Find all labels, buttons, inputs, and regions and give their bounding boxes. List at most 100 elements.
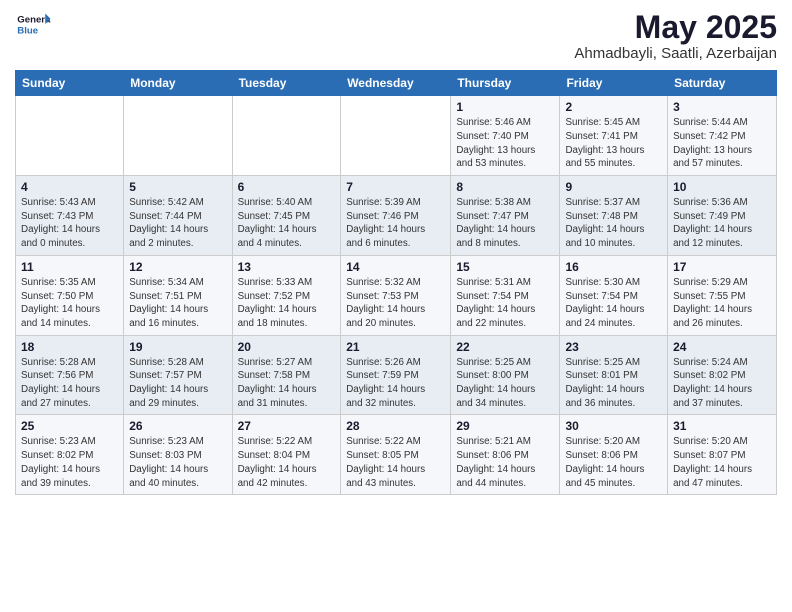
table-row: 22 Sunrise: 5:25 AM Sunset: 8:00 PM Dayli…: [451, 335, 560, 415]
table-row: 24 Sunrise: 5:24 AM Sunset: 8:02 PM Dayli…: [668, 335, 777, 415]
day-number: 30: [565, 419, 662, 433]
table-row: 10Sunrise: 5:36 AM Sunset: 7:49 PM Dayli…: [668, 176, 777, 256]
day-info: Sunrise: 5:22 AM Sunset: 8:04 PM Dayligh…: [238, 435, 336, 490]
calendar-week-row: 1Sunrise: 5:46 AM Sunset: 7:40 PM Daylig…: [16, 96, 777, 176]
day-number: 5: [129, 180, 226, 194]
sub-title: Ahmadbayli, Saatli, Azerbaijan: [574, 45, 777, 62]
logo-icon: General Blue: [15, 10, 51, 38]
day-info: Sunrise: 5:44 AM Sunset: 7:42 PM Dayligh…: [673, 116, 771, 171]
day-info: Sunrise: 5:25 AM Sunset: 8:00 PM Dayligh…: [456, 356, 554, 411]
col-wednesday: Wednesday: [341, 71, 451, 96]
table-row: [16, 96, 124, 176]
day-number: 28: [346, 419, 445, 433]
table-row: 13 Sunrise: 5:33 AM Sunset: 7:52 PM Dayli…: [232, 255, 341, 335]
table-row: 1Sunrise: 5:46 AM Sunset: 7:40 PM Daylig…: [451, 96, 560, 176]
day-info: Sunrise: 5:29 AM Sunset: 7:55 PM Dayligh…: [673, 276, 771, 331]
table-row: 9 Sunrise: 5:37 AM Sunset: 7:48 PM Daylig…: [560, 176, 668, 256]
day-number: 1: [456, 100, 554, 114]
day-number: 26: [129, 419, 226, 433]
table-row: 11 Sunrise: 5:35 AM Sunset: 7:50 PM Dayli…: [16, 255, 124, 335]
col-saturday: Saturday: [668, 71, 777, 96]
logo: General Blue: [15, 10, 51, 38]
col-tuesday: Tuesday: [232, 71, 341, 96]
day-number: 13: [238, 260, 336, 274]
table-row: 5Sunrise: 5:42 AM Sunset: 7:44 PM Daylig…: [124, 176, 232, 256]
day-info: Sunrise: 5:20 AM Sunset: 8:07 PM Dayligh…: [673, 435, 771, 490]
table-row: 8Sunrise: 5:38 AM Sunset: 7:47 PM Daylig…: [451, 176, 560, 256]
table-row: 3 Sunrise: 5:44 AM Sunset: 7:42 PM Daylig…: [668, 96, 777, 176]
day-number: 2: [565, 100, 662, 114]
day-number: 11: [21, 260, 118, 274]
day-number: 20: [238, 340, 336, 354]
table-row: 14 Sunrise: 5:32 AM Sunset: 7:53 PM Dayli…: [341, 255, 451, 335]
day-number: 18: [21, 340, 118, 354]
table-row: 4Sunrise: 5:43 AM Sunset: 7:43 PM Daylig…: [16, 176, 124, 256]
svg-text:Blue: Blue: [17, 26, 38, 37]
calendar-week-row: 4Sunrise: 5:43 AM Sunset: 7:43 PM Daylig…: [16, 176, 777, 256]
table-row: [124, 96, 232, 176]
day-info: Sunrise: 5:40 AM Sunset: 7:45 PM Dayligh…: [238, 196, 336, 251]
table-row: 31 Sunrise: 5:20 AM Sunset: 8:07 PM Dayli…: [668, 415, 777, 495]
table-row: 28 Sunrise: 5:22 AM Sunset: 8:05 PM Dayli…: [341, 415, 451, 495]
day-number: 25: [21, 419, 118, 433]
table-row: 19Sunrise: 5:28 AM Sunset: 7:57 PM Dayli…: [124, 335, 232, 415]
day-info: Sunrise: 5:31 AM Sunset: 7:54 PM Dayligh…: [456, 276, 554, 331]
day-number: 24: [673, 340, 771, 354]
day-info: Sunrise: 5:43 AM Sunset: 7:43 PM Dayligh…: [21, 196, 118, 251]
day-number: 6: [238, 180, 336, 194]
calendar-week-row: 11 Sunrise: 5:35 AM Sunset: 7:50 PM Dayli…: [16, 255, 777, 335]
page: General Blue May 2025 Ahmadbayli, Saatli…: [0, 0, 792, 612]
table-row: 30 Sunrise: 5:20 AM Sunset: 8:06 PM Dayli…: [560, 415, 668, 495]
main-title: May 2025: [574, 10, 777, 45]
day-number: 12: [129, 260, 226, 274]
day-number: 14: [346, 260, 445, 274]
day-info: Sunrise: 5:33 AM Sunset: 7:52 PM Dayligh…: [238, 276, 336, 331]
table-row: 16Sunrise: 5:30 AM Sunset: 7:54 PM Dayli…: [560, 255, 668, 335]
day-info: Sunrise: 5:37 AM Sunset: 7:48 PM Dayligh…: [565, 196, 662, 251]
day-info: Sunrise: 5:21 AM Sunset: 8:06 PM Dayligh…: [456, 435, 554, 490]
header: General Blue May 2025 Ahmadbayli, Saatli…: [15, 10, 777, 62]
day-info: Sunrise: 5:32 AM Sunset: 7:53 PM Dayligh…: [346, 276, 445, 331]
day-number: 27: [238, 419, 336, 433]
table-row: 21 Sunrise: 5:26 AM Sunset: 7:59 PM Dayli…: [341, 335, 451, 415]
day-info: Sunrise: 5:28 AM Sunset: 7:56 PM Dayligh…: [21, 356, 118, 411]
day-number: 31: [673, 419, 771, 433]
day-info: Sunrise: 5:20 AM Sunset: 8:06 PM Dayligh…: [565, 435, 662, 490]
col-friday: Friday: [560, 71, 668, 96]
col-thursday: Thursday: [451, 71, 560, 96]
day-number: 21: [346, 340, 445, 354]
day-number: 16: [565, 260, 662, 274]
table-row: [232, 96, 341, 176]
day-number: 19: [129, 340, 226, 354]
day-info: Sunrise: 5:38 AM Sunset: 7:47 PM Dayligh…: [456, 196, 554, 251]
day-info: Sunrise: 5:25 AM Sunset: 8:01 PM Dayligh…: [565, 356, 662, 411]
day-info: Sunrise: 5:39 AM Sunset: 7:46 PM Dayligh…: [346, 196, 445, 251]
calendar-table: Sunday Monday Tuesday Wednesday Thursday…: [15, 70, 777, 495]
day-number: 9: [565, 180, 662, 194]
day-number: 23: [565, 340, 662, 354]
table-row: 26 Sunrise: 5:23 AM Sunset: 8:03 PM Dayli…: [124, 415, 232, 495]
day-info: Sunrise: 5:22 AM Sunset: 8:05 PM Dayligh…: [346, 435, 445, 490]
day-info: Sunrise: 5:23 AM Sunset: 8:03 PM Dayligh…: [129, 435, 226, 490]
day-info: Sunrise: 5:34 AM Sunset: 7:51 PM Dayligh…: [129, 276, 226, 331]
table-row: 23 Sunrise: 5:25 AM Sunset: 8:01 PM Dayli…: [560, 335, 668, 415]
day-info: Sunrise: 5:35 AM Sunset: 7:50 PM Dayligh…: [21, 276, 118, 331]
day-number: 7: [346, 180, 445, 194]
col-monday: Monday: [124, 71, 232, 96]
day-number: 29: [456, 419, 554, 433]
table-row: 15Sunrise: 5:31 AM Sunset: 7:54 PM Dayli…: [451, 255, 560, 335]
day-number: 3: [673, 100, 771, 114]
calendar-week-row: 25 Sunrise: 5:23 AM Sunset: 8:02 PM Dayli…: [16, 415, 777, 495]
table-row: 6 Sunrise: 5:40 AM Sunset: 7:45 PM Daylig…: [232, 176, 341, 256]
day-info: Sunrise: 5:23 AM Sunset: 8:02 PM Dayligh…: [21, 435, 118, 490]
table-row: 17Sunrise: 5:29 AM Sunset: 7:55 PM Dayli…: [668, 255, 777, 335]
day-info: Sunrise: 5:36 AM Sunset: 7:49 PM Dayligh…: [673, 196, 771, 251]
day-info: Sunrise: 5:24 AM Sunset: 8:02 PM Dayligh…: [673, 356, 771, 411]
table-row: 27 Sunrise: 5:22 AM Sunset: 8:04 PM Dayli…: [232, 415, 341, 495]
day-info: Sunrise: 5:26 AM Sunset: 7:59 PM Dayligh…: [346, 356, 445, 411]
table-row: 18 Sunrise: 5:28 AM Sunset: 7:56 PM Dayli…: [16, 335, 124, 415]
calendar-week-row: 18 Sunrise: 5:28 AM Sunset: 7:56 PM Dayli…: [16, 335, 777, 415]
day-number: 22: [456, 340, 554, 354]
title-block: May 2025 Ahmadbayli, Saatli, Azerbaijan: [574, 10, 777, 62]
table-row: 7 Sunrise: 5:39 AM Sunset: 7:46 PM Daylig…: [341, 176, 451, 256]
